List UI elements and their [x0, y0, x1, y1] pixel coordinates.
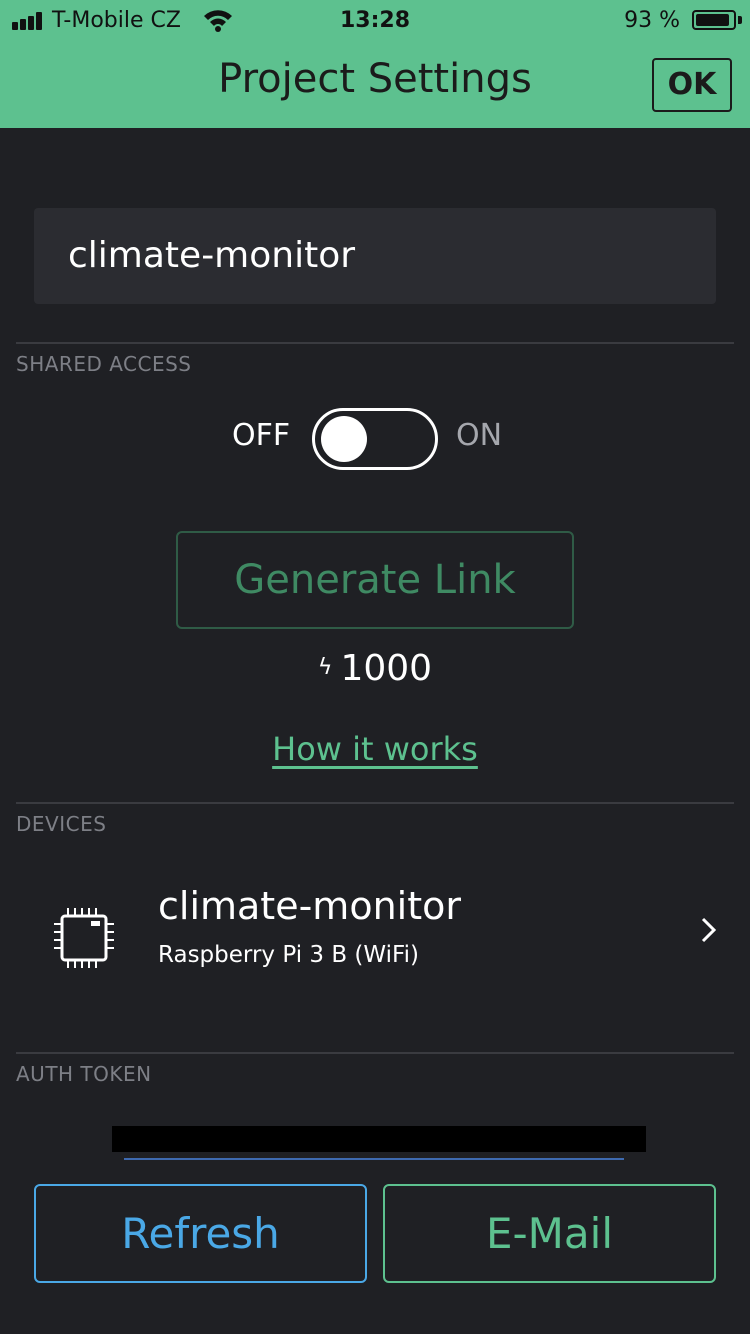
chip-icon [54, 908, 114, 968]
battery-fill [696, 14, 729, 26]
ok-button[interactable]: OK [652, 58, 732, 112]
page-title: Project Settings [218, 56, 532, 102]
project-name-field[interactable]: climate-monitor [34, 208, 716, 304]
generate-link-button[interactable]: Generate Link [176, 531, 574, 629]
devices-label: DEVICES [16, 812, 107, 836]
app-header: Project Settings OK [0, 40, 750, 128]
device-model: Raspberry Pi 3 B (WiFi) [158, 942, 419, 968]
device-name: climate-monitor [158, 884, 461, 928]
auth-token-redacted [112, 1126, 646, 1152]
status-bar: T-Mobile CZ 13:28 93 % [0, 0, 750, 40]
divider [16, 342, 734, 344]
toggle-off-label: OFF [232, 418, 291, 453]
toggle-knob [321, 416, 367, 462]
refresh-button[interactable]: Refresh [34, 1184, 367, 1283]
bolt-icon: ϟ [317, 655, 333, 680]
chevron-right-icon [701, 917, 717, 943]
shared-access-toggle[interactable] [312, 408, 438, 470]
battery-icon [692, 10, 736, 30]
energy-value: 1000 [340, 648, 433, 689]
email-button[interactable]: E-Mail [383, 1184, 716, 1283]
divider [16, 802, 734, 804]
energy-cost: ϟ 1000 [0, 648, 750, 689]
battery-percent: 93 % [624, 8, 680, 33]
device-item[interactable]: climate-monitor Raspberry Pi 3 B (WiFi) [0, 860, 750, 1010]
how-it-works-link[interactable]: How it works [0, 730, 750, 768]
divider [16, 1052, 734, 1054]
toggle-on-label: ON [456, 418, 503, 453]
battery-cap [738, 16, 742, 24]
auth-token-underline [124, 1158, 624, 1160]
shared-access-label: SHARED ACCESS [16, 352, 192, 376]
auth-token-label: AUTH TOKEN [16, 1062, 152, 1086]
